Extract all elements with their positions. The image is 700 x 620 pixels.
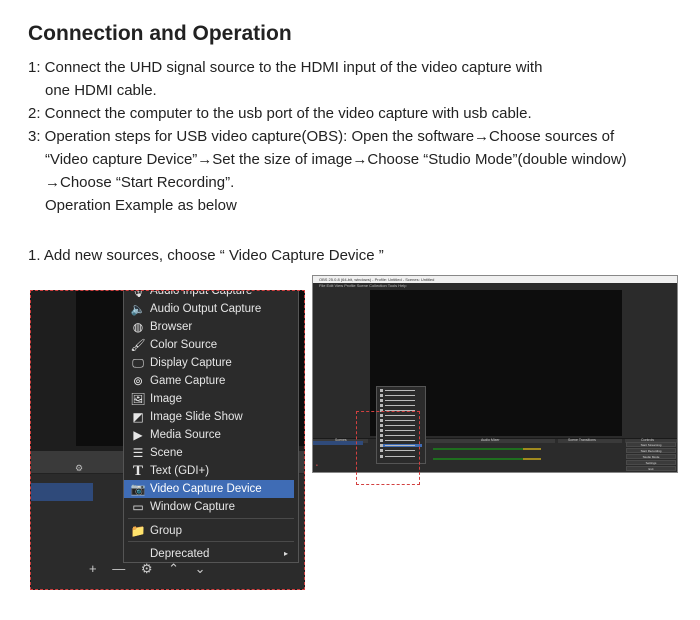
audio-meter [433,448,523,450]
list-icon: ☰ [132,446,144,460]
menu-item-label: Image Slide Show [150,411,243,423]
scene-label: ● [316,463,318,467]
exit-button[interactable]: Exit [626,466,676,471]
audio-meter [523,448,541,450]
menu-bar-items[interactable]: File Edit View Profile Scene Collection … [319,283,406,289]
mini-menu-item[interactable] [380,399,422,402]
text-icon: T [132,463,143,479]
menu-item-label: Text (GDI+) [150,465,210,477]
studio-mode-button[interactable]: Studio Mode [626,454,676,459]
source-toolbar[interactable]: + — ⚙ ⌃ ⌄ [89,561,211,577]
step-3-line-2: “Video capture Device”→Set the size of i… [45,151,627,168]
menu-item-image[interactable]: 🖼 Image [124,390,300,408]
step-3-line-1: 3: Operation steps for USB video capture… [28,128,615,145]
menu-item-media-source[interactable]: ▶ Media Source [124,426,300,444]
menu-item-browser[interactable]: ◍ Browser [124,318,300,336]
image-icon: 🖼 [130,392,146,406]
mini-menu-item[interactable] [380,389,422,392]
menu-item-label: Group [150,525,182,537]
menu-separator [128,518,294,519]
chevron-right-icon: ▸ [284,549,289,558]
menu-item-group[interactable]: 📁 Group [124,522,300,540]
example-caption: 1. Add new sources, choose “ Video Captu… [28,247,384,264]
microphone-icon: 🎙 [130,290,146,298]
zoomed-add-source-screenshot: ⚙ ⚙ 🎙 Audio Input Capture 🔈 Audio Output… [30,290,305,590]
menu-item-image-slide-show[interactable]: ◩ Image Slide Show [124,408,300,426]
step-1-line-1: 1: Connect the UHD signal source to the … [28,59,543,76]
monitor-icon: 🖵 [132,356,144,370]
step-2: 2: Connect the computer to the usb port … [28,105,532,122]
menu-item-window-capture[interactable]: ▭ Window Capture [124,498,300,516]
audio-meter [433,458,523,460]
menu-item-text-gdi[interactable]: T Text (GDI+) [124,462,300,480]
menu-separator [128,541,294,542]
gamepad-icon: ⊚ [132,374,144,388]
globe-icon: ◍ [132,320,144,334]
window-title: OBS 25.0.8 (64-bit, windows) - Profile: … [319,277,435,282]
brush-icon: 🖌 [130,338,146,352]
step-3-line-3: →Choose “Start Recording”. [45,174,235,191]
menu-item-label: Display Capture [150,357,232,369]
step-1-line-2: one HDMI cable. [45,82,157,99]
selected-scene-row[interactable] [31,483,93,501]
dock-title-audio-mixer: Audio Mixer [481,438,500,442]
menu-highlight-box [356,411,420,485]
menu-item-label: Deprecated [150,548,210,560]
menu-item-scene[interactable]: ☰ Scene [124,444,300,462]
menu-item-audio-input-capture[interactable]: 🎙 Audio Input Capture [124,290,300,300]
menu-item-video-capture-device[interactable]: 📷 Video Capture Device [124,480,294,498]
menu-item-audio-output-capture[interactable]: 🔈 Audio Output Capture [124,300,300,318]
folder-icon: 📁 [130,524,146,538]
camera-icon: 📷 [130,482,146,496]
window-icon: ▭ [132,500,144,514]
menu-item-label: Image [150,393,182,405]
menu-item-label: Audio Output Capture [150,303,262,315]
menu-item-label: Window Capture [150,501,236,513]
add-source-menu: 🎙 Audio Input Capture 🔈 Audio Output Cap… [123,290,300,563]
dock-gear-icon[interactable]: ⚙ [75,463,83,474]
menu-item-label: Color Source [150,339,218,351]
menu-item-label: Media Source [150,429,221,441]
menu-item-label: Video Capture Device [150,483,262,495]
menu-item-label: Audio Input Capture [150,290,253,297]
menu-item-display-capture[interactable]: 🖵 Display Capture [124,354,300,372]
menu-item-color-source[interactable]: 🖌 Color Source [124,336,300,354]
play-icon: ▶ [133,428,143,442]
dock-title-scene-transitions: Scene Transitions [568,438,596,442]
menu-item-label: Browser [150,321,193,333]
settings-button[interactable]: Settings [626,460,676,465]
menu-item-label: Game Capture [150,375,226,387]
start-streaming-button[interactable]: Start Streaming [626,442,676,447]
page-title: Connection and Operation [28,22,292,45]
start-recording-button[interactable]: Start Recording [626,448,676,453]
audio-meter [523,458,541,460]
menu-item-game-capture[interactable]: ⊚ Game Capture [124,372,300,390]
speaker-icon: 🔈 [130,302,146,316]
mini-menu-item[interactable] [380,394,422,397]
mini-menu-item[interactable] [380,404,422,407]
step-3-line-4: Operation Example as below [45,197,237,214]
menu-item-label: Scene [150,447,183,459]
slideshow-icon: ◩ [132,410,144,424]
